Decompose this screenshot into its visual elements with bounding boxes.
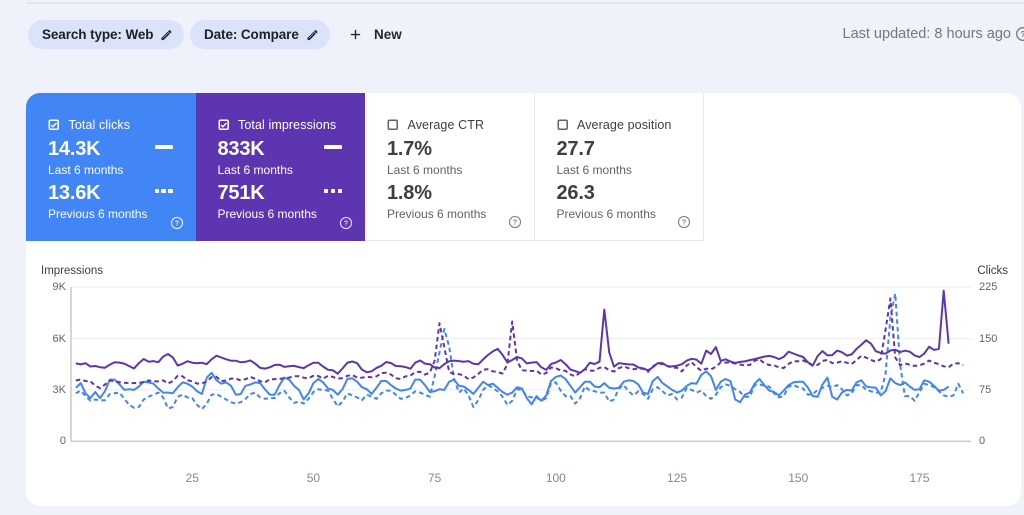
metric-current-value: 833K: [217, 138, 265, 160]
solid-line-indicator: [154, 145, 173, 149]
metric-label: Total clicks: [68, 118, 131, 132]
right-axis-tick: 225: [979, 281, 998, 294]
metric-current-caption: Last 6 months: [48, 163, 124, 177]
left-axis-tick: 6K: [52, 332, 66, 345]
date-compare-chip-label: Date: Compare: [204, 27, 299, 42]
checkbox-checked-icon[interactable]: [218, 119, 230, 131]
x-axis-tick: 100: [545, 471, 566, 485]
help-icon[interactable]: ?: [1015, 26, 1024, 42]
metric-current-value: 27.7: [556, 138, 595, 160]
svg-text:?: ?: [174, 219, 179, 228]
x-axis-tick: 175: [909, 471, 930, 485]
metric-label: Total impressions: [238, 118, 337, 132]
edit-pencil-icon: [161, 30, 172, 41]
solid-line-indicator: [324, 145, 342, 149]
metric-help-icon[interactable]: ?: [508, 215, 522, 229]
metric-previous-caption: Previous 6 months: [387, 206, 487, 221]
new-filter-label: New: [374, 26, 402, 42]
last-updated-text: Last updated: 8 hours ago: [842, 26, 1012, 42]
left-axis-tick: 9K: [52, 281, 66, 294]
edit-pencil-icon: [307, 30, 318, 41]
x-axis-tick: 75: [427, 471, 442, 485]
left-axis-tick: 0: [59, 435, 66, 448]
x-axis-tick: 25: [185, 471, 199, 485]
metric-previous-value: 751K: [217, 182, 265, 204]
metric-label: Average CTR: [407, 118, 485, 132]
new-filter-button[interactable]: New: [340, 18, 410, 50]
metric-previous-value: 13.6K: [48, 182, 101, 204]
metric-help-icon[interactable]: ?: [677, 215, 691, 229]
metric-previous-caption: Previous 6 months: [556, 206, 656, 221]
last-updated: Last updated: 8 hours ago ?: [843, 26, 1024, 42]
search-type-chip-label: Search type: Web: [42, 27, 154, 42]
metric-card-total-impressions[interactable]: Total impressions 833K Last 6 months 751…: [195, 93, 365, 241]
metric-current-caption: Last 6 months: [387, 163, 463, 177]
search-type-chip[interactable]: Search type: Web: [28, 20, 185, 49]
svg-text:?: ?: [682, 218, 687, 227]
metric-previous-value: 1.8%: [387, 182, 432, 204]
left-axis-tick: 3K: [52, 383, 66, 396]
metric-cards-row: Total clicks 14.3K Last 6 months 13.6K P…: [26, 93, 704, 241]
checkbox-unchecked-icon[interactable]: [557, 119, 569, 131]
metric-card-average-ctr[interactable]: Average CTR 1.7% Last 6 months 1.8% Prev…: [365, 93, 535, 241]
right-axis-tick: 0: [979, 435, 986, 448]
metric-current-value: 1.7%: [387, 138, 432, 160]
metric-help-icon[interactable]: ?: [339, 216, 353, 230]
svg-text:?: ?: [344, 219, 349, 228]
left-axis-title: Impressions: [41, 265, 103, 277]
checkbox-checked-icon[interactable]: [48, 119, 60, 131]
metric-card-total-clicks[interactable]: Total clicks 14.3K Last 6 months 13.6K P…: [26, 93, 196, 241]
metric-previous-value: 26.3: [556, 182, 595, 204]
metric-current-caption: Last 6 months: [217, 163, 293, 177]
metric-label: Average position: [577, 118, 672, 132]
date-compare-chip[interactable]: Date: Compare: [190, 20, 330, 49]
metric-current-caption: Last 6 months: [556, 163, 632, 177]
svg-text:?: ?: [512, 218, 517, 227]
right-axis-title: Clicks: [977, 265, 1008, 277]
metric-help-icon[interactable]: ?: [170, 216, 184, 230]
dashed-line-indicator: [154, 189, 173, 193]
right-axis-tick: 150: [979, 332, 998, 345]
metric-card-average-position[interactable]: Average position 27.7 Last 6 months 26.3…: [534, 93, 704, 241]
svg-text:?: ?: [1020, 29, 1024, 39]
search-console-performance-page: {"page":{"background":"#eff2fb","panel_c…: [0, 0, 1024, 515]
checkbox-unchecked-icon[interactable]: [387, 119, 399, 131]
performance-panel: Total clicks 14.3K Last 6 months 13.6K P…: [26, 93, 1021, 506]
x-axis-tick: 150: [788, 471, 809, 485]
metric-previous-caption: Previous 6 months: [48, 206, 148, 221]
top-divider: [26, 2, 1024, 4]
plus-icon: [350, 29, 361, 39]
metric-current-value: 14.3K: [48, 138, 101, 160]
dashed-line-indicator: [324, 189, 342, 193]
x-axis-tick: 125: [667, 471, 688, 485]
x-axis-tick: 50: [306, 471, 321, 485]
metric-previous-caption: Previous 6 months: [217, 206, 317, 221]
right-axis-tick: 75: [979, 383, 992, 396]
